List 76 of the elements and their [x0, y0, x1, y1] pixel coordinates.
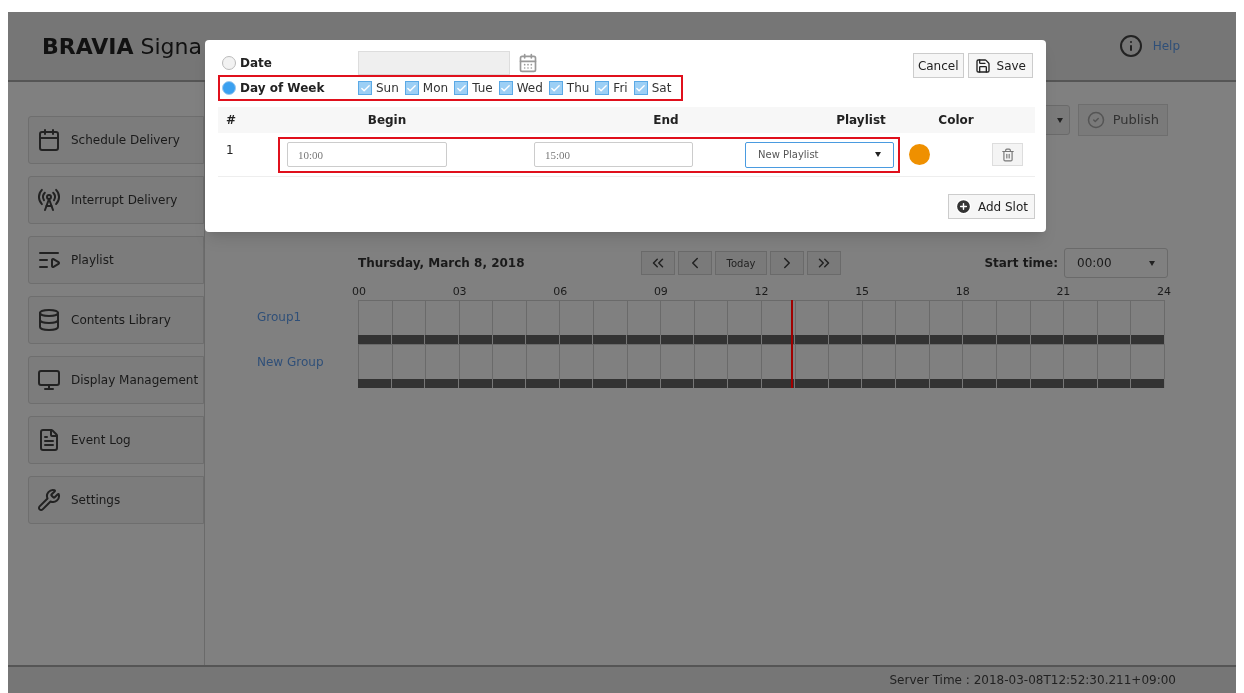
- cancel-button[interactable]: Cancel: [912, 53, 964, 78]
- checkbox[interactable]: [498, 81, 513, 95]
- sidebar-item[interactable]: Schedule Delivery: [28, 116, 204, 164]
- checkbox[interactable]: [633, 81, 648, 95]
- sidebar-item[interactable]: Contents Library: [28, 296, 204, 344]
- hour-label: 18: [955, 284, 970, 300]
- caret-icon: [875, 152, 881, 157]
- next-day-button[interactable]: [770, 251, 804, 275]
- radio-button[interactable]: [222, 56, 236, 70]
- begin-time-field[interactable]: 10:00: [287, 142, 447, 167]
- start-time-label: Start time:: [984, 255, 1058, 272]
- checkbox[interactable]: [548, 81, 563, 95]
- caret-icon: [1149, 260, 1155, 266]
- date-input[interactable]: [358, 51, 510, 75]
- checkbox[interactable]: [454, 81, 469, 95]
- publish-button[interactable]: Publish: [1077, 104, 1168, 136]
- antenna-icon: [37, 188, 61, 212]
- calendar-icon: [37, 128, 61, 152]
- document-icon: [37, 428, 61, 452]
- column-header: Begin: [366, 112, 408, 129]
- day-label: Thu: [566, 80, 590, 97]
- previous-week-button[interactable]: [641, 251, 675, 275]
- hour-label: 00: [352, 284, 366, 300]
- group-link[interactable]: Group1: [257, 308, 302, 326]
- calendar-date: Thursday, March 8, 2018: [358, 255, 526, 272]
- playlist-select[interactable]: New Playlist: [745, 141, 894, 168]
- radio-button[interactable]: [222, 81, 236, 95]
- add-slot-button[interactable]: Add Slot: [947, 194, 1035, 219]
- hour-label: 09: [653, 284, 668, 300]
- check-circle-icon: [1086, 111, 1105, 129]
- wrench-icon: [37, 488, 61, 512]
- plus-circle-icon: [954, 198, 972, 215]
- checkbox[interactable]: [595, 81, 610, 95]
- day-label: Sat: [651, 80, 672, 97]
- save-icon: [974, 57, 991, 74]
- save-button[interactable]: Save: [967, 53, 1033, 78]
- sidebar-item[interactable]: Playlist: [28, 236, 204, 284]
- row-number: 1: [225, 142, 235, 159]
- delete-button[interactable]: [992, 143, 1023, 166]
- date-option-label: Date: [240, 55, 273, 72]
- hour-label: 24: [1157, 284, 1171, 300]
- database-icon: [37, 308, 61, 332]
- group-link[interactable]: New Group: [257, 353, 324, 371]
- checkbox[interactable]: [404, 81, 419, 95]
- start-time-select[interactable]: 00:00: [1064, 248, 1168, 278]
- monitor-icon: [37, 368, 61, 392]
- sidebar-item[interactable]: Interrupt Delivery: [28, 176, 204, 224]
- checkbox[interactable]: [358, 81, 372, 95]
- info-icon[interactable]: [1118, 34, 1143, 58]
- sidebar-item[interactable]: Settings: [28, 476, 204, 524]
- column-header: End: [652, 112, 680, 129]
- today-button[interactable]: Today: [715, 251, 767, 275]
- hour-label: 15: [855, 284, 870, 300]
- next-week-button[interactable]: [807, 251, 841, 275]
- end-time-field[interactable]: 15:00: [534, 142, 693, 167]
- previous-day-button[interactable]: [678, 251, 712, 275]
- sidebar-item[interactable]: Event Log: [28, 416, 204, 464]
- caret-icon: [1056, 117, 1063, 123]
- column-header: #: [225, 112, 238, 129]
- hour-label: 03: [452, 284, 467, 300]
- day-label: Wed: [516, 80, 543, 97]
- day-label: Fri: [613, 80, 628, 97]
- sidebar-item[interactable]: Display Management: [28, 356, 204, 404]
- day-label: Tue: [472, 80, 493, 97]
- column-header: Playlist: [835, 112, 887, 129]
- hour-label: 12: [754, 284, 769, 300]
- app-title: BRAVIA Signa: [42, 32, 202, 61]
- calendar-icon[interactable]: [518, 53, 538, 73]
- hour-label: 21: [1056, 284, 1071, 300]
- day-of-week-label: Day of Week: [240, 80, 326, 97]
- day-label: Sun: [376, 80, 399, 97]
- day-label: Mon: [422, 80, 449, 97]
- column-header: Color: [937, 112, 975, 129]
- hour-label: 06: [553, 284, 568, 300]
- trash-icon: [1000, 147, 1015, 162]
- server-time: Server Time : 2018-03-08T12:52:30.211+09:00: [889, 672, 1176, 689]
